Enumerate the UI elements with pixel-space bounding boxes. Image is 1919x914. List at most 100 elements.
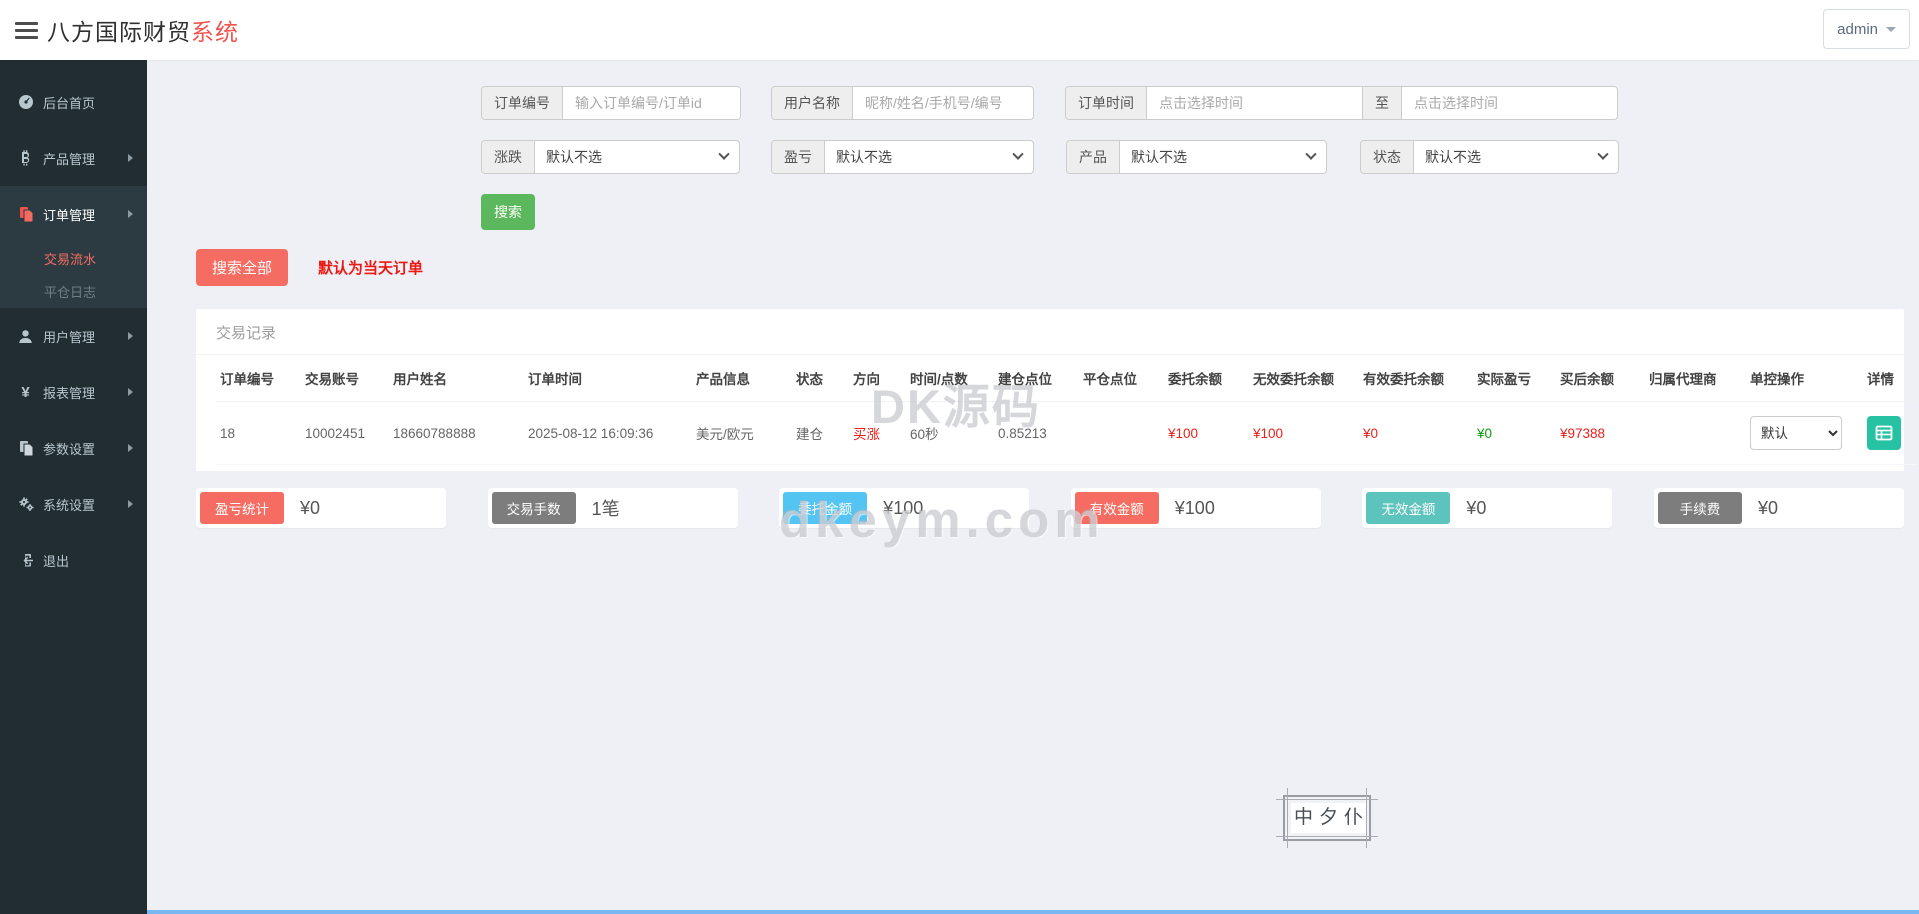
profit-select-value: 默认不选	[836, 147, 892, 167]
cell-close-point	[1079, 402, 1164, 465]
stamp-char: 夕	[1316, 803, 1341, 833]
updown-select-group: 涨跌 默认不选	[481, 140, 740, 174]
user-name-label: admin	[1837, 21, 1878, 38]
sidebar-item-products[interactable]: 产品管理	[0, 130, 147, 186]
chevron-right-icon	[128, 444, 133, 452]
sidebar-item-label: 参数设置	[43, 439, 95, 458]
col-header: 单控操作	[1746, 355, 1863, 402]
product-label: 产品	[1067, 141, 1120, 173]
sidebar-item-label: 产品管理	[43, 149, 95, 168]
sidebar-subitem-label: 交易流水	[44, 249, 96, 268]
stamp-char: 中	[1291, 803, 1316, 833]
chevron-right-icon	[128, 154, 133, 162]
hamburger-menu-icon[interactable]	[15, 18, 38, 43]
sidebar-subitem-trade-flow[interactable]: 交易流水	[0, 242, 147, 275]
chevron-down-icon	[1886, 27, 1896, 32]
col-header: 时间/点数	[906, 355, 994, 402]
sidebar-item-orders[interactable]: 订单管理	[0, 186, 147, 242]
stamp-watermark: 中 夕 仆	[1283, 795, 1371, 841]
sidebar-item-params[interactable]: 参数设置	[0, 420, 147, 476]
time-start-input[interactable]	[1147, 87, 1362, 119]
status-select-group: 状态 默认不选	[1360, 140, 1619, 174]
stat-label: 委托金额	[783, 492, 867, 524]
sidebar-item-label: 订单管理	[43, 205, 95, 224]
profit-select[interactable]: 默认不选	[825, 141, 1033, 173]
cell-order-time: 2025-08-12 16:09:36	[524, 402, 692, 465]
stat-value: ¥100	[883, 498, 923, 519]
sidebar-item-label: 退出	[43, 551, 69, 570]
user-name-label: 用户名称	[772, 87, 853, 119]
product-select-value: 默认不选	[1131, 147, 1187, 167]
cell-after-buy-balance: ¥97388	[1556, 402, 1645, 465]
stats-row: 盈亏统计 ¥0 交易手数 1笔 委托金额 ¥100 有效金额 ¥100 无效金额…	[196, 488, 1904, 528]
stat-fee: 手续费 ¥0	[1654, 488, 1904, 528]
user-icon	[17, 328, 34, 345]
user-name-input-group: 用户名称	[771, 86, 1034, 120]
updown-select[interactable]: 默认不选	[535, 141, 739, 173]
orders-icon	[17, 206, 34, 223]
actions-row: 搜索全部 默认为当天订单	[196, 249, 1904, 286]
col-header: 详情	[1863, 355, 1918, 402]
stat-label: 无效金额	[1366, 492, 1450, 524]
cell-detail	[1863, 402, 1918, 465]
chevron-right-icon	[128, 500, 133, 508]
order-no-input[interactable]	[563, 87, 740, 119]
col-header: 订单时间	[524, 355, 692, 402]
cell-control: 默认	[1746, 402, 1863, 465]
chevron-down-icon	[718, 149, 729, 160]
search-button[interactable]: 搜索	[481, 194, 535, 230]
order-no-input-group: 订单编号	[481, 86, 741, 120]
trade-records-table: 订单编号 交易账号 用户姓名 订单时间 产品信息 状态 方向 时间/点数 建仓点…	[216, 355, 1918, 465]
status-select[interactable]: 默认不选	[1414, 141, 1618, 173]
time-end-input[interactable]	[1402, 87, 1617, 119]
default-today-note: 默认为当天订单	[318, 257, 423, 278]
updown-select-value: 默认不选	[546, 147, 602, 167]
stat-label: 交易手数	[492, 492, 576, 524]
col-header: 状态	[792, 355, 849, 402]
stat-label: 手续费	[1658, 492, 1742, 524]
logout-icon	[17, 552, 34, 569]
stat-label: 有效金额	[1075, 492, 1159, 524]
cell-product: 美元/欧元	[692, 402, 792, 465]
chevron-right-icon	[128, 388, 133, 396]
sidebar-subitem-close-log[interactable]: 平仓日志	[0, 275, 147, 308]
chevron-down-icon	[1597, 149, 1608, 160]
cell-invalid-entrust-balance: ¥100	[1249, 402, 1359, 465]
search-filter-form: 订单编号 用户名称 订单时间 至 涨跌 默认不选	[481, 86, 1621, 174]
chevron-right-icon	[128, 332, 133, 340]
sidebar-item-label: 报表管理	[43, 383, 95, 402]
table-header-row: 订单编号 交易账号 用户姓名 订单时间 产品信息 状态 方向 时间/点数 建仓点…	[216, 355, 1918, 402]
col-header: 委托余额	[1164, 355, 1249, 402]
user-menu-button[interactable]: admin	[1823, 9, 1910, 49]
product-select[interactable]: 默认不选	[1120, 141, 1326, 173]
cell-valid-entrust-balance: ¥0	[1359, 402, 1473, 465]
sidebar-item-settings[interactable]: 系统设置	[0, 476, 147, 532]
order-no-label: 订单编号	[482, 87, 563, 119]
chevron-right-icon	[128, 210, 133, 218]
order-time-input-group: 订单时间 至	[1065, 86, 1618, 120]
sidebar-item-dashboard[interactable]: 后台首页	[0, 74, 147, 130]
control-select[interactable]: 默认	[1750, 416, 1842, 450]
sidebar-item-users[interactable]: 用户管理	[0, 308, 147, 364]
col-header: 订单编号	[216, 355, 301, 402]
stat-entrust-amount: 委托金额 ¥100	[779, 488, 1029, 528]
chevron-down-icon	[1012, 149, 1023, 160]
col-header: 方向	[849, 355, 906, 402]
sidebar-item-label: 用户管理	[43, 327, 95, 346]
sidebar-item-logout[interactable]: 退出	[0, 532, 147, 588]
detail-button[interactable]	[1867, 416, 1901, 450]
stat-valid-amount: 有效金额 ¥100	[1071, 488, 1321, 528]
table-row: 18 10002451 18660788888 2025-08-12 16:09…	[216, 402, 1918, 465]
col-header: 交易账号	[301, 355, 389, 402]
cell-username: 18660788888	[389, 402, 524, 465]
main-content: DK源码 dkeym.com 订单编号 用户名称 订单时间 至 涨跌	[147, 60, 1919, 914]
sidebar-item-label: 后台首页	[43, 93, 95, 112]
cell-order-no: 18	[216, 402, 301, 465]
sidebar-item-reports[interactable]: ¥ 报表管理	[0, 364, 147, 420]
cell-state: 建仓	[792, 402, 849, 465]
user-name-input[interactable]	[853, 87, 1033, 119]
time-to-label: 至	[1362, 87, 1402, 119]
sidebar-nav: 后台首页 产品管理 订单管理 交易流水 平仓日志 用户管理 ¥ 报表管理	[0, 60, 147, 914]
horizontal-scrollbar[interactable]	[147, 910, 1919, 914]
search-all-button[interactable]: 搜索全部	[196, 249, 288, 286]
